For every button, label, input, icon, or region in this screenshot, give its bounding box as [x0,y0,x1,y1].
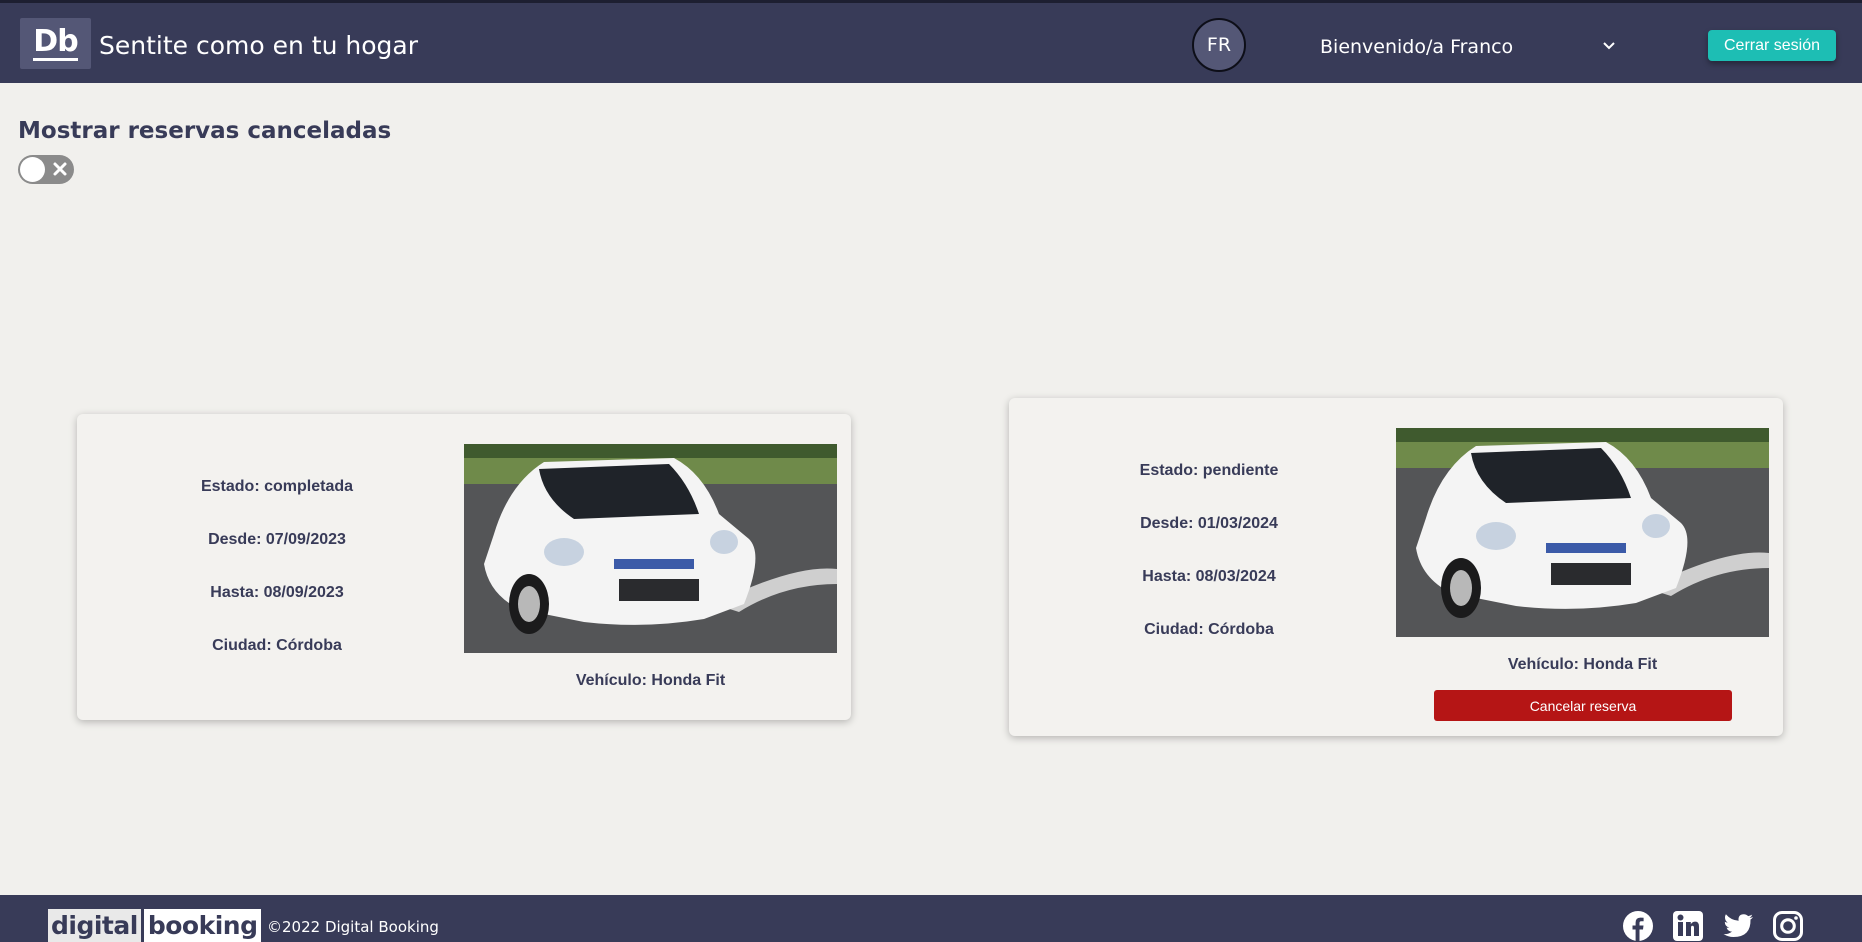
reservation-details: Estado: pendiente Desde: 01/03/2024 Hast… [1009,461,1409,673]
reservation-vehicle: Vehículo: Honda Fit [575,672,726,689]
footer-logo-part2: booking [143,909,262,942]
chevron-down-icon[interactable] [1600,37,1618,55]
reservation-to: Hasta: 08/03/2024 [1142,568,1276,585]
welcome-message: Bienvenido/a Franco [1320,36,1514,58]
reservation-card: Estado: completada Desde: 07/09/2023 Has… [77,414,851,720]
vehicle-image [464,444,837,653]
reservation-city: Ciudad: Córdoba [1144,621,1274,638]
reservation-details: Estado: completada Desde: 07/09/2023 Has… [77,477,477,689]
top-navbar: Db Sentite como en tu hogar FR Bienvenid… [0,0,1862,83]
logout-button[interactable]: Cerrar sesión [1708,30,1836,61]
vehicle-image [1396,428,1769,637]
reservation-card: Estado: pendiente Desde: 01/03/2024 Hast… [1009,398,1783,736]
footer-logo: digital booking [48,909,262,942]
linkedin-icon[interactable] [1672,910,1704,942]
toggle-knob [20,157,45,182]
copyright-text: ©2022 Digital Booking [267,918,439,936]
cancel-reservation-button[interactable]: Cancelar reserva [1434,690,1732,721]
facebook-icon[interactable] [1622,910,1654,942]
brand-slogan: Sentite como en tu hogar [99,31,418,60]
reservation-from: Desde: 07/09/2023 [208,531,346,548]
twitter-icon[interactable] [1722,910,1754,942]
brand-logo[interactable]: Db [20,18,91,69]
reservation-city: Ciudad: Córdoba [212,637,342,654]
reservation-from: Desde: 01/03/2024 [1140,515,1278,532]
reservation-to: Hasta: 08/09/2023 [210,584,344,601]
reservation-vehicle: Vehículo: Honda Fit [1507,656,1658,673]
reservation-status: Estado: pendiente [1139,462,1279,479]
logo-text: Db [33,23,79,61]
footer: digital booking ©2022 Digital Booking [0,895,1862,942]
user-avatar[interactable]: FR [1192,18,1246,72]
reservation-status: Estado: completada [200,478,354,495]
footer-logo-part1: digital [48,909,141,942]
instagram-icon[interactable] [1772,910,1804,942]
close-icon [53,162,67,176]
show-cancelled-title: Mostrar reservas canceladas [18,118,392,144]
show-cancelled-toggle[interactable] [18,155,74,184]
